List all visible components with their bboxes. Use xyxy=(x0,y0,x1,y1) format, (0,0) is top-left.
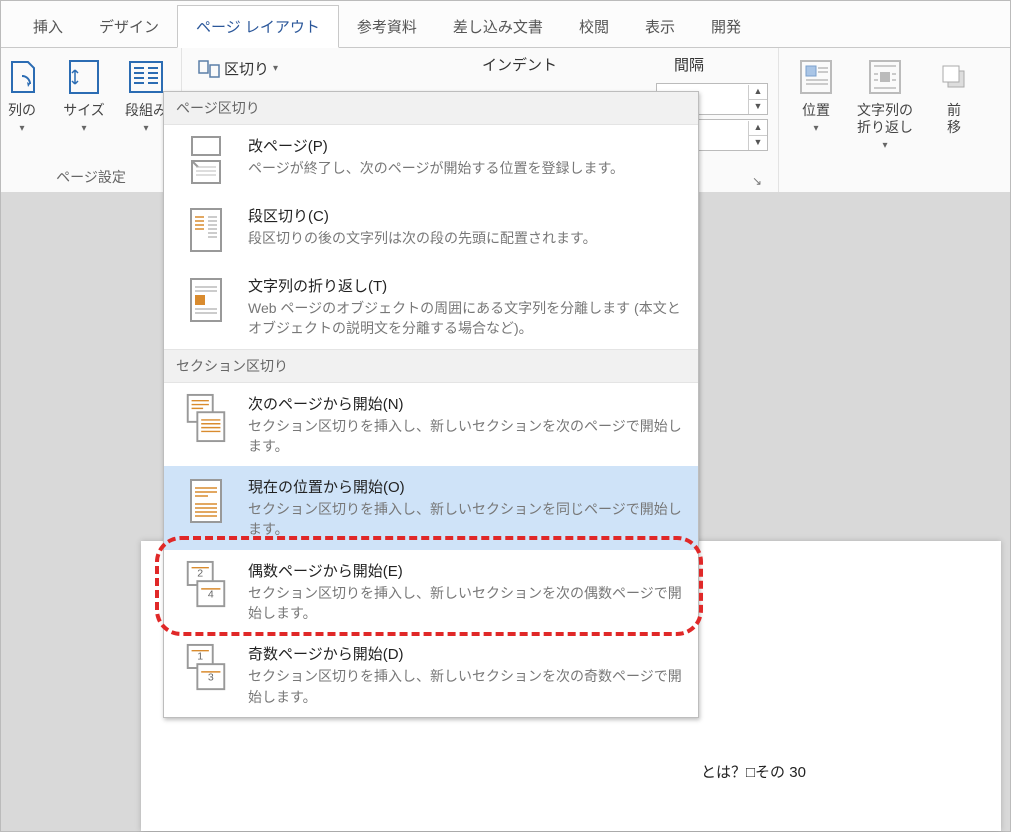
columns-icon xyxy=(125,56,167,98)
menuitem-title: 偶数ページから開始(E) xyxy=(248,560,684,581)
menuitem-title: 現在の位置から開始(O) xyxy=(248,476,684,497)
breaks-icon xyxy=(198,60,220,78)
menuitem-column-break[interactable]: 段区切り(C) 段区切りの後の文字列は次の段の先頭に配置されます。 xyxy=(164,195,698,265)
text-wrap-break-icon xyxy=(182,275,230,325)
size-button[interactable]: サイズ ▾ xyxy=(57,52,111,134)
dialog-launcher-icon[interactable]: ↘ xyxy=(746,174,768,191)
group-arrange: 位置 ▾ 文字列の 折り返し ▾ 前 移 xyxy=(779,48,973,193)
ribbon-tabs: 挿入 デザイン ページ レイアウト 参考資料 差し込み文書 校閲 表示 開発 xyxy=(1,1,1010,48)
menuitem-page-break[interactable]: 改ページ(P) ページが終了し、次のページが開始する位置を登録します。 xyxy=(164,125,698,195)
group-label-page-setup: ページ設定 xyxy=(11,165,171,191)
tab-insert[interactable]: 挿入 xyxy=(15,6,81,47)
menuitem-desc: セクション区切りを挿入し、新しいセクションを次の偶数ページで開始します。 xyxy=(248,583,684,624)
section-continuous-icon xyxy=(182,476,230,526)
chevron-down-icon: ▾ xyxy=(882,140,887,151)
section-next-page-icon xyxy=(182,393,230,443)
svg-text:4: 4 xyxy=(208,588,214,600)
menuitem-text-wrapping-break[interactable]: 文字列の折り返し(T) Web ページのオブジェクトの周囲にある文字列を分離しま… xyxy=(164,265,698,349)
orientation-button[interactable]: 列の ▾ xyxy=(0,52,49,134)
menuitem-desc: セクション区切りを挿入し、新しいセクションを同じページで開始します。 xyxy=(248,499,684,540)
menuitem-title: 次のページから開始(N) xyxy=(248,393,684,414)
dropdown-header-section-breaks: セクション区切り xyxy=(164,349,698,383)
menuitem-title: 文字列の折り返し(T) xyxy=(248,275,684,296)
spin-up-icon[interactable]: ▲ xyxy=(749,85,767,100)
tab-references[interactable]: 参考資料 xyxy=(339,6,435,47)
tab-view[interactable]: 表示 xyxy=(627,6,693,47)
menuitem-title: 段区切り(C) xyxy=(248,205,684,226)
indent-label: インデント xyxy=(476,52,668,77)
menuitem-desc: Web ページのオブジェクトの周囲にある文字列を分離します (本文とオブジェクト… xyxy=(248,298,684,339)
bring-forward-button[interactable]: 前 移 xyxy=(927,52,981,136)
spin-down-icon[interactable]: ▼ xyxy=(749,136,767,150)
wrap-text-button[interactable]: 文字列の 折り返し ▾ xyxy=(851,52,919,151)
svg-text:2: 2 xyxy=(197,567,203,579)
tab-developer[interactable]: 開発 xyxy=(693,6,759,47)
menuitem-section-next-page[interactable]: 次のページから開始(N) セクション区切りを挿入し、新しいセクションを次のページ… xyxy=(164,383,698,467)
page-break-icon xyxy=(182,135,230,185)
tab-mailings[interactable]: 差し込み文書 xyxy=(435,6,561,47)
menuitem-title: 奇数ページから開始(D) xyxy=(248,643,684,664)
menuitem-section-continuous[interactable]: 現在の位置から開始(O) セクション区切りを挿入し、新しいセクションを同じページ… xyxy=(164,466,698,550)
chevron-down-icon: ▾ xyxy=(143,123,148,134)
section-odd-page-icon: 13 xyxy=(182,643,230,693)
menuitem-section-odd-page[interactable]: 13 奇数ページから開始(D) セクション区切りを挿入し、新しいセクションを次の… xyxy=(164,633,698,717)
svg-text:3: 3 xyxy=(208,672,214,684)
position-icon xyxy=(795,56,837,98)
spacing-label: 間隔 xyxy=(668,52,710,77)
chevron-down-icon: ▾ xyxy=(19,123,24,134)
document-text[interactable]: とは？□その 30 xyxy=(701,761,806,782)
menuitem-desc: セクション区切りを挿入し、新しいセクションを次のページで開始します。 xyxy=(248,416,684,457)
tab-page-layout[interactable]: ページ レイアウト xyxy=(177,5,339,48)
page-size-icon xyxy=(63,56,105,98)
orientation-icon xyxy=(1,56,43,98)
menuitem-section-even-page[interactable]: 24 偶数ページから開始(E) セクション区切りを挿入し、新しいセクションを次の… xyxy=(164,550,698,634)
section-even-page-icon: 24 xyxy=(182,560,230,610)
spin-up-icon[interactable]: ▲ xyxy=(749,121,767,136)
spin-arrows[interactable]: ▲▼ xyxy=(748,121,767,150)
breaks-dropdown-button[interactable]: 区切り ▾ xyxy=(192,54,462,83)
tab-review[interactable]: 校閲 xyxy=(561,6,627,47)
wrap-text-icon xyxy=(864,56,906,98)
tab-design[interactable]: デザイン xyxy=(81,6,177,47)
chevron-down-icon: ▾ xyxy=(273,63,278,74)
menuitem-desc: セクション区切りを挿入し、新しいセクションを次の奇数ページで開始します。 xyxy=(248,666,684,707)
menuitem-title: 改ページ(P) xyxy=(248,135,684,156)
spin-arrows[interactable]: ▲▼ xyxy=(748,85,767,114)
chevron-down-icon: ▾ xyxy=(813,123,818,134)
menuitem-desc: ページが終了し、次のページが開始する位置を登録します。 xyxy=(248,158,684,178)
chevron-down-icon: ▾ xyxy=(81,123,86,134)
position-button[interactable]: 位置 ▾ xyxy=(789,52,843,134)
column-break-icon xyxy=(182,205,230,255)
group-page-setup: 列の ▾ サイズ ▾ 段組み ▾ ページ設定 xyxy=(1,48,182,193)
dropdown-header-page-breaks: ページ区切り xyxy=(164,92,698,125)
breaks-dropdown-panel: ページ区切り 改ページ(P) ページが終了し、次のページが開始する位置を登録しま… xyxy=(163,91,699,718)
svg-text:1: 1 xyxy=(197,651,203,663)
menuitem-desc: 段区切りの後の文字列は次の段の先頭に配置されます。 xyxy=(248,228,684,248)
spin-down-icon[interactable]: ▼ xyxy=(749,100,767,114)
bring-forward-icon xyxy=(933,56,975,98)
